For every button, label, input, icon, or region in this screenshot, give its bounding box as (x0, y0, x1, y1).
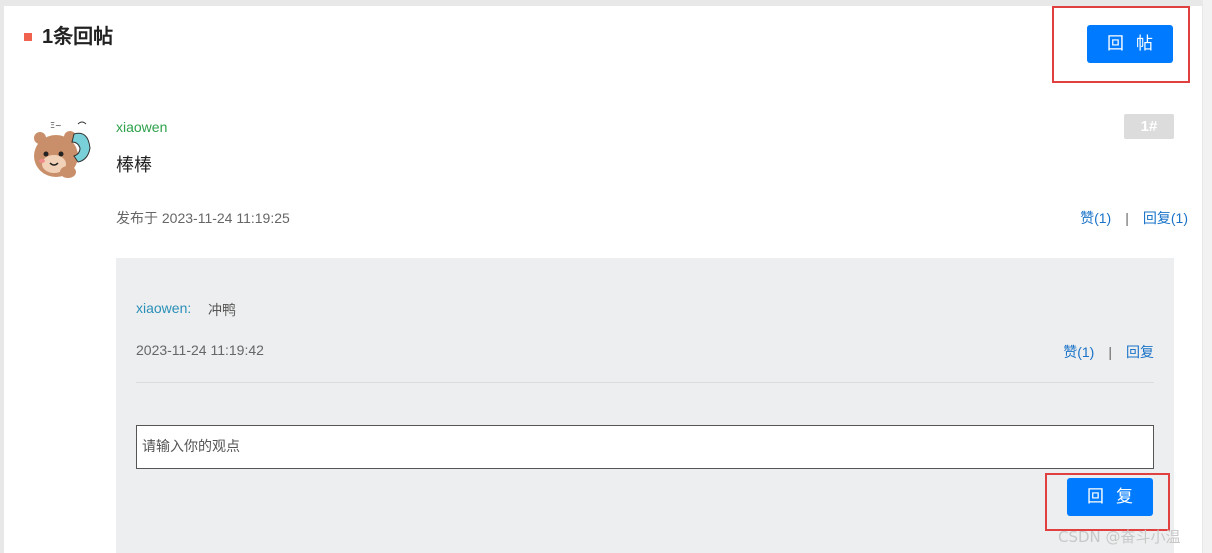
bear-avatar-icon: Ξ~ (34, 121, 91, 178)
reply-actions: 赞(1) | 回复 (1063, 342, 1154, 362)
post-time: 发布于 2023-11-24 11:19:25 (116, 210, 290, 226)
action-separator: | (1125, 210, 1129, 226)
scrollbar-track[interactable] (1203, 0, 1212, 553)
action-separator: | (1108, 344, 1112, 360)
divider (136, 382, 1154, 383)
user-avatar[interactable]: Ξ~ (28, 118, 92, 184)
reply-reply-link[interactable]: 回复 (1126, 344, 1154, 360)
reply-username[interactable]: xiaowen: (136, 300, 191, 316)
submit-reply-button[interactable]: 回复 (1067, 478, 1153, 516)
section-title: 1条回帖 (42, 26, 114, 48)
post-reply-button[interactable]: 回帖 (1087, 25, 1173, 63)
post-username[interactable]: xiaowen (116, 119, 167, 135)
reply-area: xiaowen: 冲鸭 2023-11-24 11:19:42 赞(1) | 回复 (116, 258, 1174, 553)
post-like-link[interactable]: 赞(1) (1080, 210, 1111, 226)
svg-text:Ξ~: Ξ~ (50, 121, 62, 130)
watermark: CSDN @奋斗小温 (1058, 528, 1181, 546)
floor-badge: 1# (1124, 114, 1174, 139)
title-marker (24, 33, 32, 41)
post-reply-link[interactable]: 回复(1) (1143, 210, 1188, 226)
reply-time: 2023-11-24 11:19:42 (136, 342, 264, 358)
reply-input[interactable] (136, 425, 1154, 469)
post-content: 棒棒 (116, 155, 152, 175)
post-actions: 赞(1) | 回复(1) (1080, 208, 1188, 228)
reply-text: 冲鸭 (208, 302, 236, 318)
reply-like-link[interactable]: 赞(1) (1063, 344, 1094, 360)
